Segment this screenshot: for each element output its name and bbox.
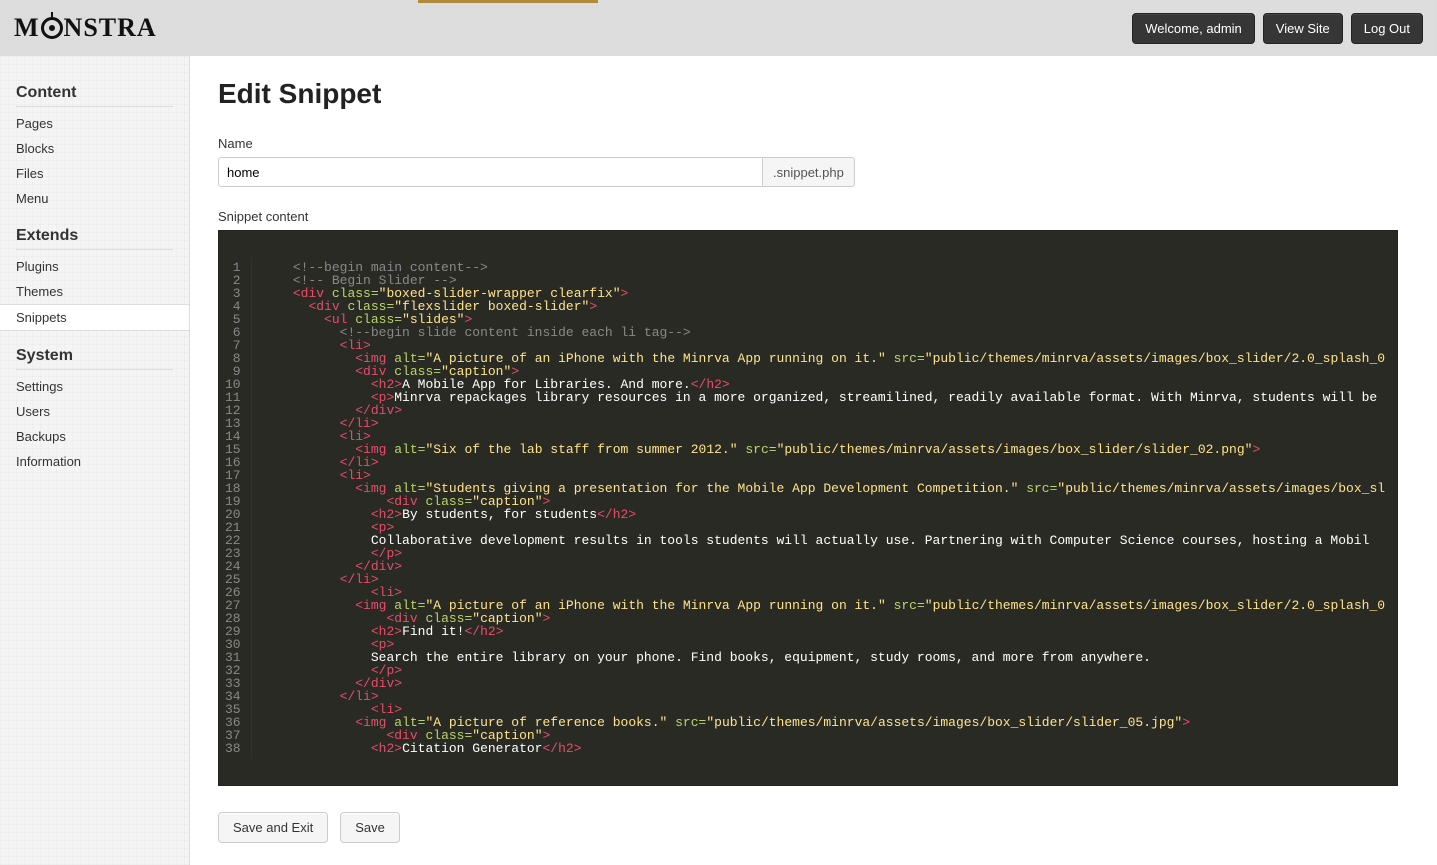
nav-item-information[interactable]: Information xyxy=(16,449,173,474)
nav-section-content: Content xyxy=(16,74,173,107)
nav-section-extends: Extends xyxy=(16,217,173,250)
top-loading-bar xyxy=(418,0,598,3)
name-suffix: .snippet.php xyxy=(763,157,855,187)
main-content: Edit Snippet Name .snippet.php Snippet c… xyxy=(190,56,1437,865)
nav-item-files[interactable]: Files xyxy=(16,161,173,186)
welcome-button[interactable]: Welcome, admin xyxy=(1132,13,1255,44)
nav-item-blocks[interactable]: Blocks xyxy=(16,136,173,161)
nav-item-backups[interactable]: Backups xyxy=(16,424,173,449)
nav-item-snippets[interactable]: Snippets xyxy=(0,304,189,331)
code-area[interactable]: <!--begin main content--> <!-- Begin Sli… xyxy=(252,257,1393,759)
sidebar: Content PagesBlocksFilesMenu Extends Plugin… xyxy=(0,56,190,865)
code-editor[interactable]: 1234567891011121314151617181920212223242… xyxy=(218,230,1398,786)
top-buttons: Welcome, admin View Site Log Out xyxy=(1132,13,1423,44)
page-title: Edit Snippet xyxy=(218,78,1409,110)
nav-item-pages[interactable]: Pages xyxy=(16,111,173,136)
nav-item-themes[interactable]: Themes xyxy=(16,279,173,304)
line-number-gutter: 1234567891011121314151617181920212223242… xyxy=(219,257,252,759)
target-icon xyxy=(41,17,63,39)
name-label: Name xyxy=(218,136,1409,151)
snippet-name-input[interactable] xyxy=(218,157,763,187)
nav-item-plugins[interactable]: Plugins xyxy=(16,254,173,279)
content-label: Snippet content xyxy=(218,209,1409,224)
brand-logo[interactable]: MNSTRA xyxy=(14,13,157,43)
nav-item-menu[interactable]: Menu xyxy=(16,186,173,211)
top-bar: MNSTRA Welcome, admin View Site Log Out xyxy=(0,0,1437,56)
save-button[interactable]: Save xyxy=(340,812,400,843)
nav-section-system: System xyxy=(16,337,173,370)
view-site-button[interactable]: View Site xyxy=(1263,13,1343,44)
logout-button[interactable]: Log Out xyxy=(1351,13,1423,44)
save-and-exit-button[interactable]: Save and Exit xyxy=(218,812,328,843)
nav-item-settings[interactable]: Settings xyxy=(16,374,173,399)
nav-item-users[interactable]: Users xyxy=(16,399,173,424)
